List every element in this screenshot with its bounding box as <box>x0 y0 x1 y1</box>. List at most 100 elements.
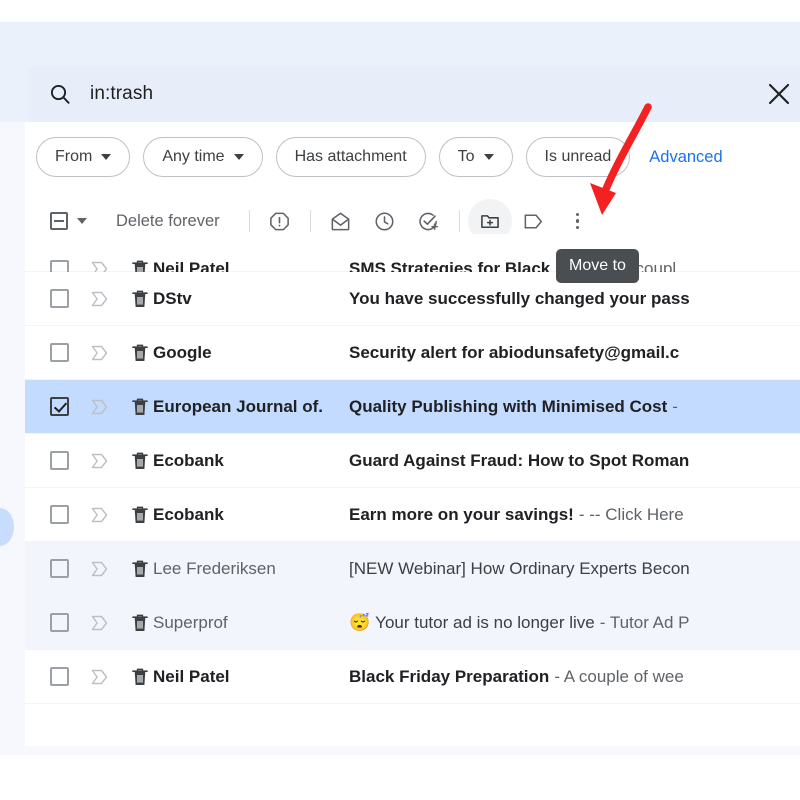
important-marker-icon[interactable] <box>90 451 110 471</box>
row-content: Google Security alert for abiodunsafety@g… <box>25 342 800 364</box>
row-sender: Lee Frederiksen <box>153 558 276 578</box>
row-sender: Google <box>153 342 212 362</box>
row-checkbox[interactable] <box>50 667 69 686</box>
trash-icon <box>130 666 150 688</box>
chip-is-unread-label: Is unread <box>544 148 612 165</box>
trash-icon <box>130 396 150 418</box>
row-checkbox[interactable] <box>50 559 69 578</box>
important-marker-icon[interactable] <box>90 505 110 525</box>
search-bar[interactable]: in:trash <box>28 66 800 122</box>
table-row[interactable]: European Journal of. Quality Publishing w… <box>25 380 800 434</box>
row-subject: Quality Publishing with Minimised Cost - <box>349 397 800 417</box>
row-checkbox[interactable] <box>50 397 69 416</box>
row-content: European Journal of. Quality Publishing w… <box>25 396 800 418</box>
chip-any-time[interactable]: Any time <box>143 137 263 177</box>
row-content: Ecobank Guard Against Fraud: How to Spot … <box>25 450 800 472</box>
subject-text: Guard Against Fraud: How to Spot Roman <box>349 450 690 470</box>
subject-snippet: - Tutor Ad P <box>599 612 690 632</box>
table-row[interactable]: Lee Frederiksen [NEW Webinar] How Ordinar… <box>25 542 800 596</box>
table-row[interactable]: Ecobank Guard Against Fraud: How to Spot … <box>25 434 800 488</box>
row-subject: Security alert for abiodunsafety@gmail.c <box>349 343 800 363</box>
row-sender: DStv <box>153 288 192 308</box>
row-checkbox[interactable] <box>50 289 69 308</box>
toolbar-divider <box>309 210 311 232</box>
advanced-search-link[interactable]: Advanced <box>649 148 722 167</box>
search-filter-chips: From Any time Has attachment To Is unrea… <box>36 137 723 177</box>
chip-to-label: To <box>457 148 475 165</box>
trash-icon <box>130 450 150 472</box>
important-marker-icon[interactable] <box>90 559 110 579</box>
chevron-down-icon <box>233 154 244 160</box>
row-subject: [NEW Webinar] How Ordinary Experts Becon <box>349 559 800 579</box>
subject-snippet: - <box>672 396 678 416</box>
toolbar-divider <box>458 210 460 232</box>
chevron-down-icon <box>101 154 112 160</box>
subject-text: Your tutor ad is no longer live <box>375 612 595 632</box>
chevron-down-icon <box>483 154 494 160</box>
mail-panel: From Any time Has attachment To Is unrea… <box>25 122 800 746</box>
row-sender: Ecobank <box>153 504 224 524</box>
kebab-dots <box>575 212 580 230</box>
important-marker-icon[interactable] <box>90 289 110 309</box>
row-subject: Black Friday Preparation - A couple of we… <box>349 667 800 687</box>
row-content: DStv You have successfully changed your p… <box>25 288 800 310</box>
subject-text: Security alert for abiodunsafety@gmail.c <box>349 342 680 362</box>
trash-icon <box>130 342 150 364</box>
subject-snippet: - A couple of wee <box>554 666 684 686</box>
chip-from[interactable]: From <box>36 137 131 177</box>
table-row[interactable]: Neil Patel SMS Strategies for Black Frida… <box>25 234 800 279</box>
subject-text: [NEW Webinar] How Ordinary Experts Becon <box>349 558 690 578</box>
search-input[interactable]: in:trash <box>90 83 153 105</box>
important-marker-icon[interactable] <box>90 343 110 363</box>
subject-text: You have successfully changed your pass <box>349 288 690 308</box>
row-checkbox[interactable] <box>50 343 69 362</box>
move-to-tooltip: Move to <box>556 249 639 283</box>
chevron-down-icon[interactable] <box>77 218 87 224</box>
trash-icon <box>130 612 150 634</box>
important-marker-icon[interactable] <box>90 613 110 633</box>
row-subject: Earn more on your savings! - -- Click Her… <box>349 505 800 525</box>
delete-forever-button[interactable]: Delete forever <box>116 212 220 231</box>
row-content: Neil Patel Black Friday Preparation - A co… <box>25 666 800 688</box>
trash-icon <box>130 288 150 310</box>
row-subject: You have successfully changed your pass <box>349 289 800 309</box>
chip-is-unread[interactable]: Is unread <box>525 137 631 177</box>
table-row[interactable]: Superprof 😴 Your tutor ad is no longer liv… <box>25 596 800 650</box>
subject-text: Earn more on your savings! <box>349 504 574 524</box>
row-checkbox[interactable] <box>50 451 69 470</box>
subject-emoji-icon: 😴 <box>349 612 371 632</box>
trash-icon <box>130 558 150 580</box>
bottom-gutter <box>0 746 800 755</box>
row-content: Lee Frederiksen [NEW Webinar] How Ordinar… <box>25 558 800 580</box>
row-content: Ecobank Earn more on your savings! - -- Cl… <box>25 504 800 526</box>
search-icon <box>48 82 72 106</box>
close-icon[interactable] <box>766 81 792 107</box>
subject-text: Black Friday Preparation <box>349 666 550 686</box>
chip-has-attachment[interactable]: Has attachment <box>275 137 426 177</box>
row-sender: Neil Patel <box>153 666 230 686</box>
chip-has-attachment-label: Has attachment <box>294 148 407 165</box>
chip-from-label: From <box>55 148 93 165</box>
table-row[interactable]: Neil Patel Black Friday Preparation - A co… <box>25 650 800 704</box>
row-content: Superprof 😴 Your tutor ad is no longer liv… <box>25 612 800 634</box>
left-gutter <box>0 122 25 755</box>
trash-icon <box>130 504 150 526</box>
table-row[interactable]: DStv You have successfully changed your p… <box>25 272 800 326</box>
table-row[interactable]: Ecobank Earn more on your savings! - -- Cl… <box>25 488 800 542</box>
row-subject: Guard Against Fraud: How to Spot Roman <box>349 451 800 471</box>
row-checkbox[interactable] <box>50 613 69 632</box>
table-row[interactable]: Google Security alert for abiodunsafety@g… <box>25 326 800 380</box>
select-all-checkbox[interactable] <box>50 212 87 230</box>
row-sender: European Journal of. <box>153 396 324 416</box>
row-sender: Superprof <box>153 612 228 632</box>
important-marker-icon[interactable] <box>90 667 110 687</box>
row-sender: Ecobank <box>153 450 224 470</box>
gmail-trash-screen: in:trash From Any time Has attachment To… <box>0 0 800 800</box>
chip-any-time-label: Any time <box>162 148 225 165</box>
tooltip-label: Move to <box>569 257 626 274</box>
chip-to[interactable]: To <box>438 137 513 177</box>
important-marker-icon[interactable] <box>90 397 110 417</box>
row-subject: 😴 Your tutor ad is no longer live - Tutor … <box>349 613 800 633</box>
row-checkbox[interactable] <box>50 505 69 524</box>
search-region: in:trash <box>0 22 800 122</box>
